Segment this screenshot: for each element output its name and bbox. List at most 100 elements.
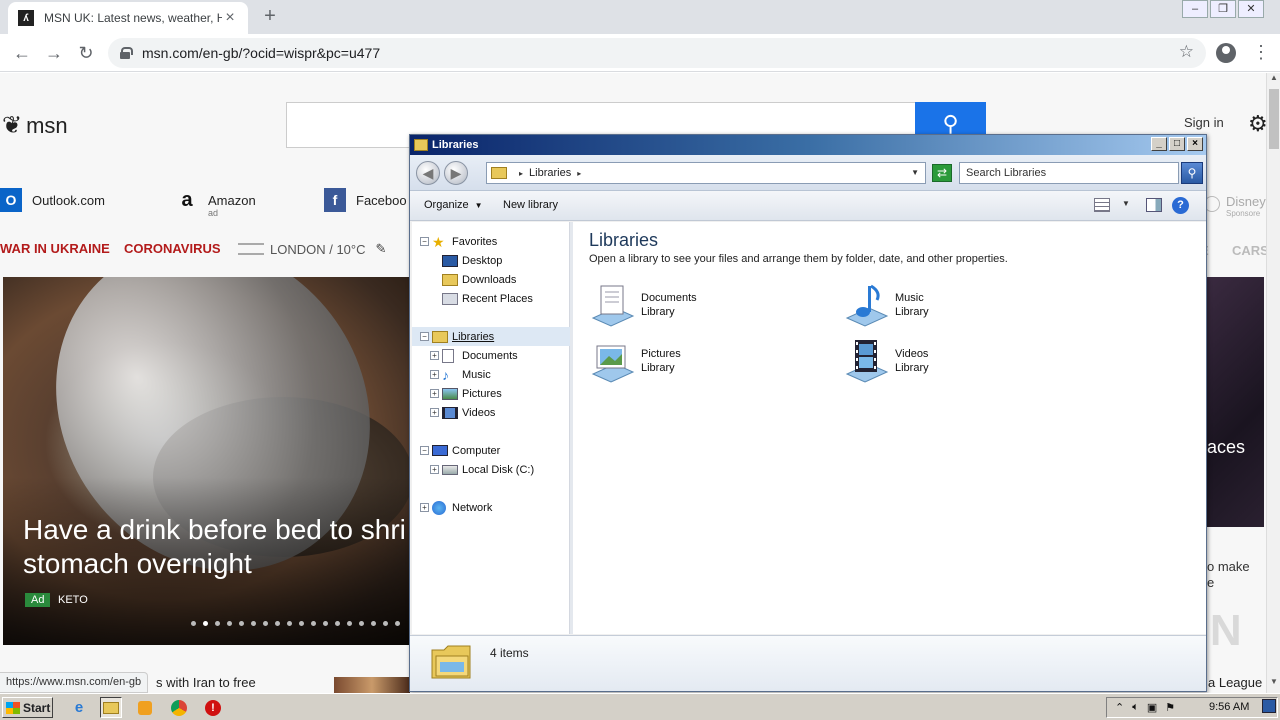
carousel-dot[interactable] [215, 621, 220, 626]
carousel-dot[interactable] [287, 621, 292, 626]
change-view-icon[interactable] [1094, 198, 1110, 212]
action-center-flag-icon[interactable]: ⚑ [1165, 701, 1175, 714]
sign-in-link[interactable]: Sign in [1184, 115, 1224, 130]
hero-headline[interactable]: Have a drink before bed to shri stomach … [23, 513, 413, 581]
carousel-dot-active[interactable] [203, 621, 208, 626]
topic-cars[interactable]: CARS [1232, 243, 1266, 258]
new-library-button[interactable]: New library [503, 199, 558, 211]
nav-libraries[interactable]: − Libraries [412, 327, 570, 346]
topic-war-in-ukraine[interactable]: WAR IN UKRAINE [0, 241, 110, 256]
taskbar-chrome-icon[interactable] [168, 697, 190, 718]
close-window-button[interactable]: ✕ [1238, 0, 1264, 18]
nav-videos[interactable]: + Videos [412, 403, 570, 422]
start-button[interactable]: Start [2, 697, 53, 718]
refresh-icon[interactable]: ⇄ [932, 164, 952, 182]
preview-pane-icon[interactable] [1146, 198, 1162, 212]
carousel-dot[interactable] [347, 621, 352, 626]
carousel-dot[interactable] [191, 621, 196, 626]
explorer-close-button[interactable]: × [1187, 137, 1203, 151]
expand-icon[interactable]: + [420, 503, 429, 512]
right-news-card-2[interactable]: o make e [1207, 559, 1250, 591]
reload-button[interactable]: ↻ [74, 41, 98, 65]
carousel-dot[interactable] [323, 621, 328, 626]
search-libraries-icon[interactable]: ⚲ [1181, 162, 1203, 184]
browser-menu-icon[interactable]: ⋮ [1252, 42, 1270, 63]
page-scrollbar[interactable]: ▲ ▼ [1266, 73, 1280, 693]
show-desktop-icon[interactable] [1262, 699, 1276, 713]
nav-network[interactable]: + Network [412, 498, 570, 517]
carousel-dot[interactable] [359, 621, 364, 626]
msn-logo[interactable]: ❦ msn [2, 111, 68, 140]
forward-button[interactable]: → [42, 41, 66, 65]
tray-expand-icon[interactable]: ⌃ [1115, 701, 1124, 714]
explorer-forward-button[interactable]: ▶ [444, 161, 468, 185]
breadcrumb-libraries[interactable]: Libraries [529, 167, 571, 179]
restore-window-button[interactable]: ❐ [1210, 0, 1236, 18]
back-button[interactable]: ← [10, 41, 34, 65]
right-news-card[interactable]: aces [1207, 277, 1264, 527]
library-pictures[interactable]: Pictures Library [589, 338, 789, 390]
quicklink-facebook[interactable]: f Faceboo [324, 188, 407, 212]
expand-icon[interactable]: + [430, 389, 439, 398]
address-bar[interactable]: msn.com/en-gb/?ocid=wispr&pc=u477 ☆ [108, 38, 1206, 68]
close-tab-icon[interactable]: × [222, 10, 238, 26]
explorer-address-bar[interactable]: ▸ Libraries ▸ ▼ [486, 162, 926, 184]
taskbar-ie-icon[interactable]: e [68, 697, 90, 718]
hero-carousel[interactable]: Have a drink before bed to shri stomach … [3, 277, 413, 645]
explorer-back-button[interactable]: ◀ [416, 161, 440, 185]
scroll-thumb[interactable] [1269, 89, 1279, 149]
network-tray-icon[interactable]: ▣ [1147, 701, 1157, 714]
collapse-icon[interactable]: − [420, 446, 429, 455]
minimize-window-button[interactable]: – [1182, 0, 1208, 18]
volume-icon[interactable]: 🔈︎ [1132, 701, 1139, 714]
nav-desktop[interactable]: Desktop [412, 251, 570, 270]
taskbar-explorer-icon[interactable] [100, 697, 122, 718]
news-headline-right[interactable]: a League [1208, 675, 1262, 690]
expand-icon[interactable]: + [430, 351, 439, 360]
weather-widget[interactable]: LONDON / 10°C ✎ [238, 241, 386, 257]
nav-local-disk[interactable]: + Local Disk (C:) [412, 460, 570, 479]
carousel-dots[interactable] [191, 621, 407, 626]
topic-coronavirus[interactable]: CORONAVIRUS [124, 241, 221, 256]
breadcrumb-arrow-icon[interactable]: ▸ [577, 169, 581, 178]
nav-pictures[interactable]: + Pictures [412, 384, 570, 403]
carousel-dot[interactable] [371, 621, 376, 626]
library-documents[interactable]: Documents Library [589, 282, 789, 334]
edit-pencil-icon[interactable]: ✎ [376, 241, 387, 257]
expand-icon[interactable]: + [430, 408, 439, 417]
expand-icon[interactable]: + [430, 465, 439, 474]
view-options-chevron-icon[interactable]: ▼ [1122, 199, 1130, 208]
explorer-minimize-button[interactable]: _ [1151, 137, 1167, 151]
browser-tab[interactable]: ʎ MSN UK: Latest news, weather, Hot × [8, 2, 248, 34]
bookmark-star-icon[interactable]: ☆ [1179, 42, 1194, 62]
address-dropdown-icon[interactable]: ▼ [911, 168, 919, 177]
breadcrumb-arrow-icon[interactable]: ▸ [519, 169, 523, 178]
carousel-dot[interactable] [251, 621, 256, 626]
organize-button[interactable]: Organize ▼ [424, 199, 483, 211]
clock[interactable]: 9:56 AM [1209, 701, 1249, 713]
news-thumbnail[interactable] [334, 677, 410, 693]
nav-music[interactable]: + ♪ Music [412, 365, 570, 384]
profile-avatar-icon[interactable] [1216, 43, 1236, 63]
carousel-dot[interactable] [239, 621, 244, 626]
carousel-dot[interactable] [227, 621, 232, 626]
carousel-dot[interactable] [383, 621, 388, 626]
carousel-dot[interactable] [335, 621, 340, 626]
carousel-dot[interactable] [263, 621, 268, 626]
taskbar-stop-icon[interactable]: ! [202, 697, 224, 718]
settings-gear-icon[interactable]: ⚙ [1248, 111, 1266, 137]
library-videos[interactable]: Videos Library [843, 338, 1043, 390]
quicklink-amazon[interactable]: a Amazon ad [176, 188, 255, 219]
carousel-dot[interactable] [395, 621, 400, 626]
library-music[interactable]: Music Library [843, 282, 1043, 334]
nav-recent-places[interactable]: Recent Places [412, 289, 570, 308]
news-headline-left[interactable]: s with Iran to free [156, 675, 256, 690]
search-libraries-input[interactable]: Search Libraries [959, 162, 1179, 184]
taskbar-media-player-icon[interactable] [134, 697, 156, 718]
carousel-dot[interactable] [275, 621, 280, 626]
nav-favorites[interactable]: − ★ Favorites [412, 232, 570, 251]
explorer-maximize-button[interactable]: □ [1169, 137, 1185, 151]
scroll-up-icon[interactable]: ▲ [1267, 73, 1280, 87]
nav-computer[interactable]: − Computer [412, 441, 570, 460]
collapse-icon[interactable]: − [420, 332, 429, 341]
